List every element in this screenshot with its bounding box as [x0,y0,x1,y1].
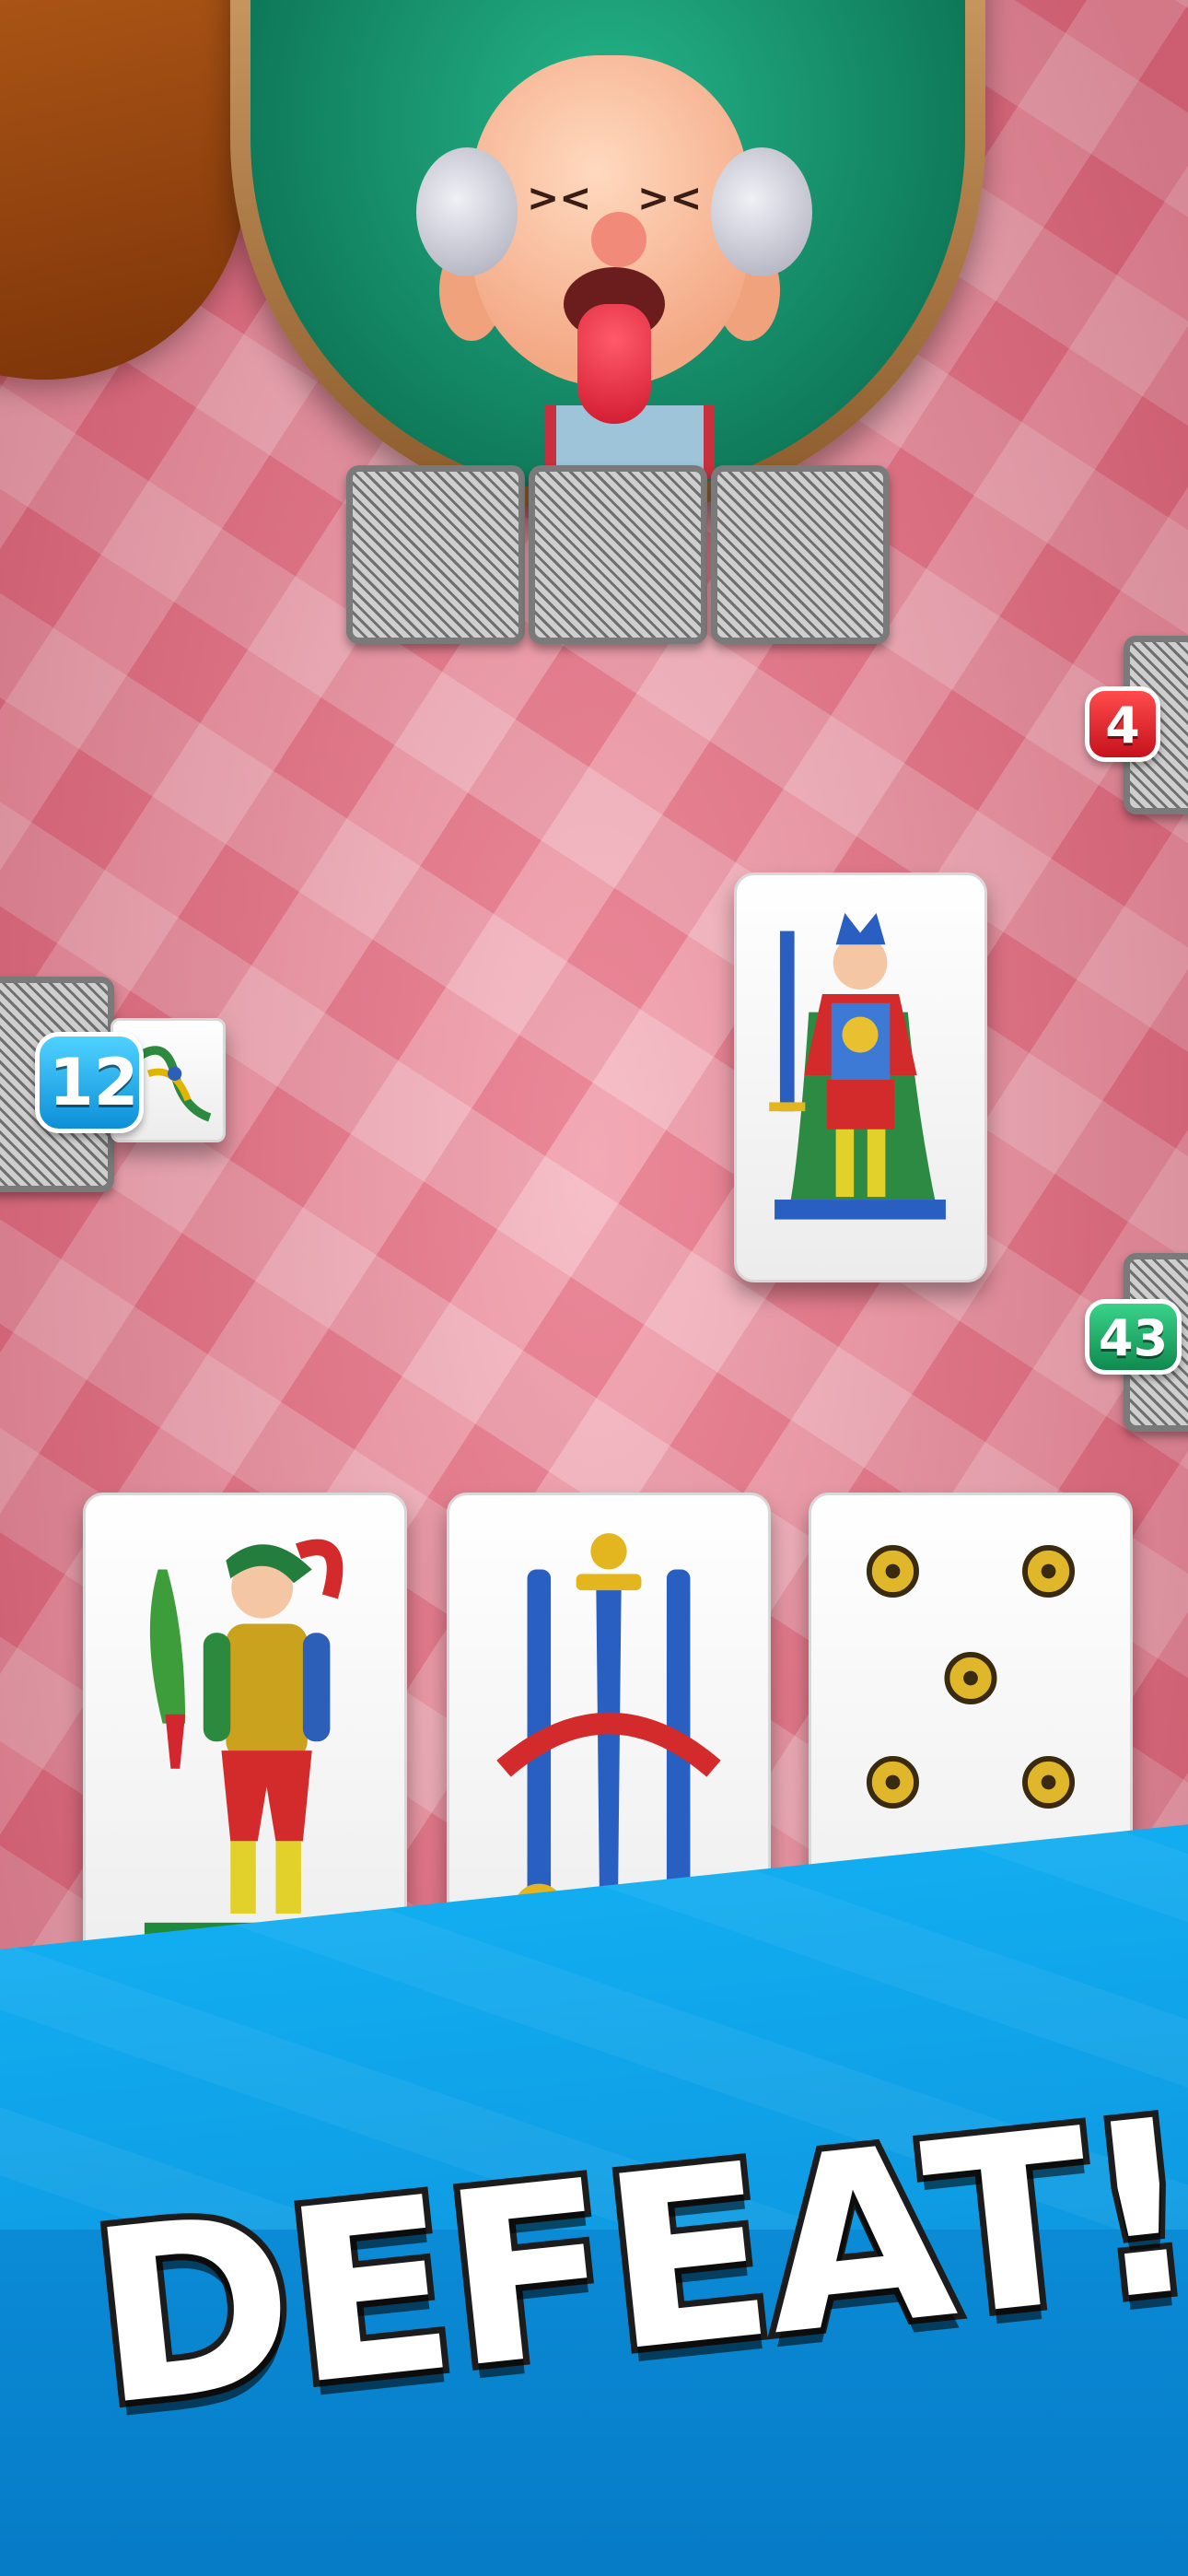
opponent-nose [591,212,646,267]
king-figure-icon [769,912,946,1220]
game-table: >< >< 4 43 12 DEFEAT! [0,0,1188,2576]
opponent-portrait-frame: >< >< [230,0,985,516]
opponent-left-hair [416,147,518,276]
deck-count-badge: 4 [1085,686,1160,762]
opponent-left-eye: >< [527,175,592,220]
opponent-card-back [346,465,525,644]
opponent-right-eye: >< [637,175,703,220]
opponent-card-back [711,465,890,644]
score-count-badge: 43 [1085,1299,1182,1375]
opponent-right-hair [711,147,812,276]
opponent-tongue [577,304,651,424]
opponent-card-back [529,465,707,644]
opponent-felt-background: >< >< [250,0,965,496]
captured-count-badge: 12 [35,1032,144,1133]
played-card-king-of-swords [734,872,987,1282]
